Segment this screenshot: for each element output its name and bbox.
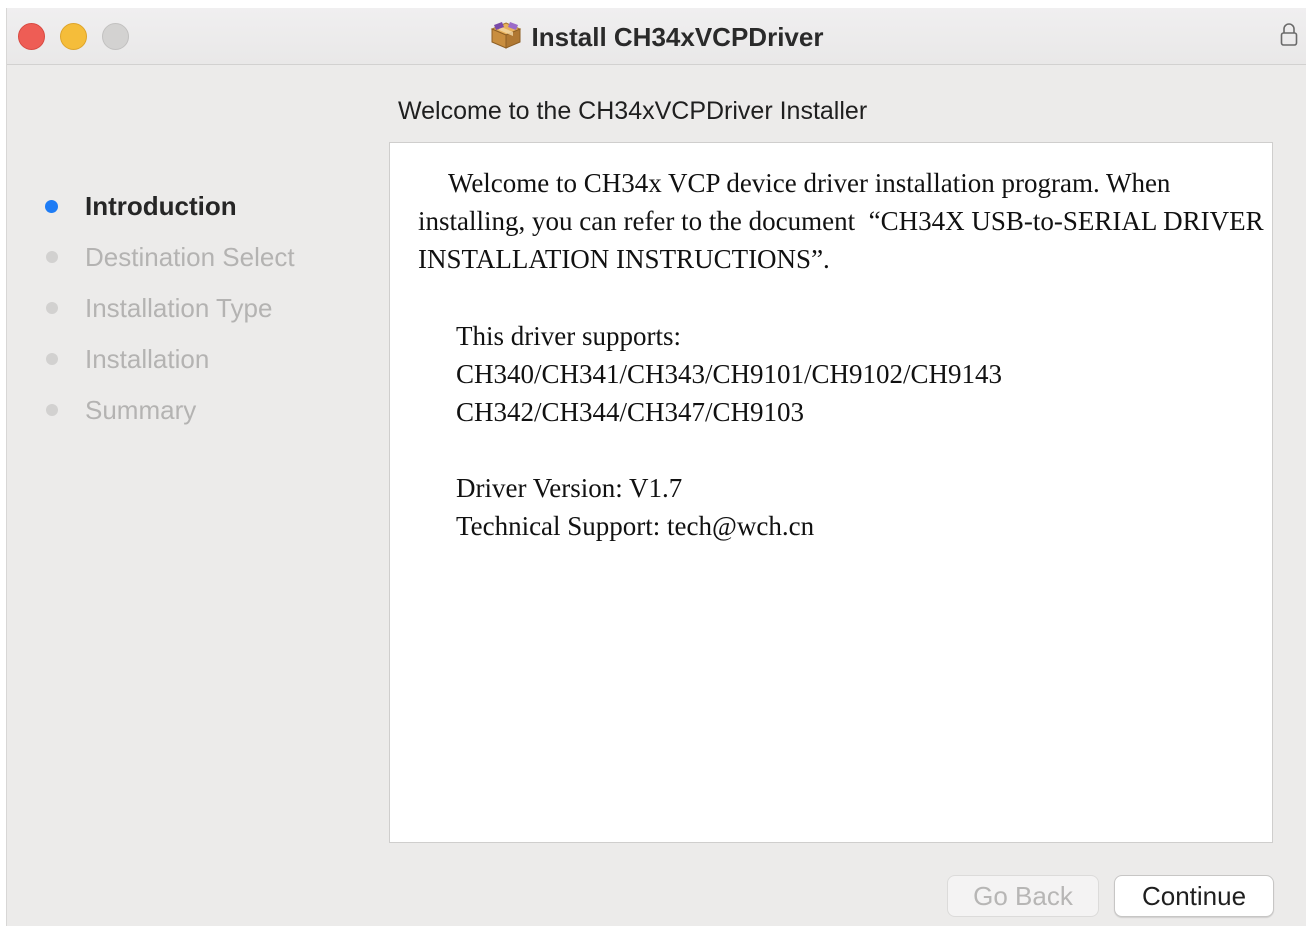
page-heading: Welcome to the CH34xVCPDriver Installer [398, 97, 868, 125]
step-destination-select: Destination Select [41, 239, 295, 290]
step-summary: Summary [41, 392, 295, 443]
driver-version: Driver Version: V1.7 [456, 473, 683, 503]
step-indicator-dot [46, 251, 58, 263]
step-indicator-dot [46, 404, 58, 416]
window-title-container: Install CH34xVCPDriver [7, 20, 1306, 56]
step-label: Introduction [85, 191, 237, 221]
installer-window: Install CH34xVCPDriver Welcome to the CH… [6, 8, 1306, 926]
supported-chips-line-1: CH340/CH341/CH343/CH9101/CH9102/CH9143 [456, 359, 1003, 389]
step-indicator-dot [46, 302, 58, 314]
title-bar[interactable]: Install CH34xVCPDriver [7, 8, 1306, 65]
supported-chips-line-2: CH342/CH344/CH347/CH9103 [456, 397, 805, 427]
installer-steps: Introduction Destination Select Installa… [41, 188, 295, 443]
step-label: Installation [85, 344, 210, 374]
window-title: Install CH34xVCPDriver [531, 22, 824, 52]
supports-label: This driver supports: [456, 321, 681, 351]
intro-text: Welcome to CH34x VCP device driver insta… [418, 168, 1264, 274]
step-installation: Installation [41, 341, 295, 392]
step-indicator-dot [46, 353, 58, 365]
driver-details: This driver supports: CH340/CH341/CH343/… [456, 317, 1002, 545]
step-introduction: Introduction [41, 188, 295, 239]
step-label: Installation Type [85, 293, 273, 323]
step-label: Summary [85, 395, 197, 425]
go-back-button[interactable]: Go Back [947, 875, 1099, 917]
lock-icon [1280, 22, 1298, 53]
technical-support: Technical Support: tech@wch.cn [456, 511, 815, 541]
step-label: Destination Select [85, 242, 295, 272]
continue-button[interactable]: Continue [1114, 875, 1274, 917]
package-icon [490, 20, 522, 56]
step-indicator-dot [45, 200, 58, 213]
step-installation-type: Installation Type [41, 290, 295, 341]
content-pane[interactable]: Welcome to CH34x VCP device driver insta… [389, 142, 1273, 843]
